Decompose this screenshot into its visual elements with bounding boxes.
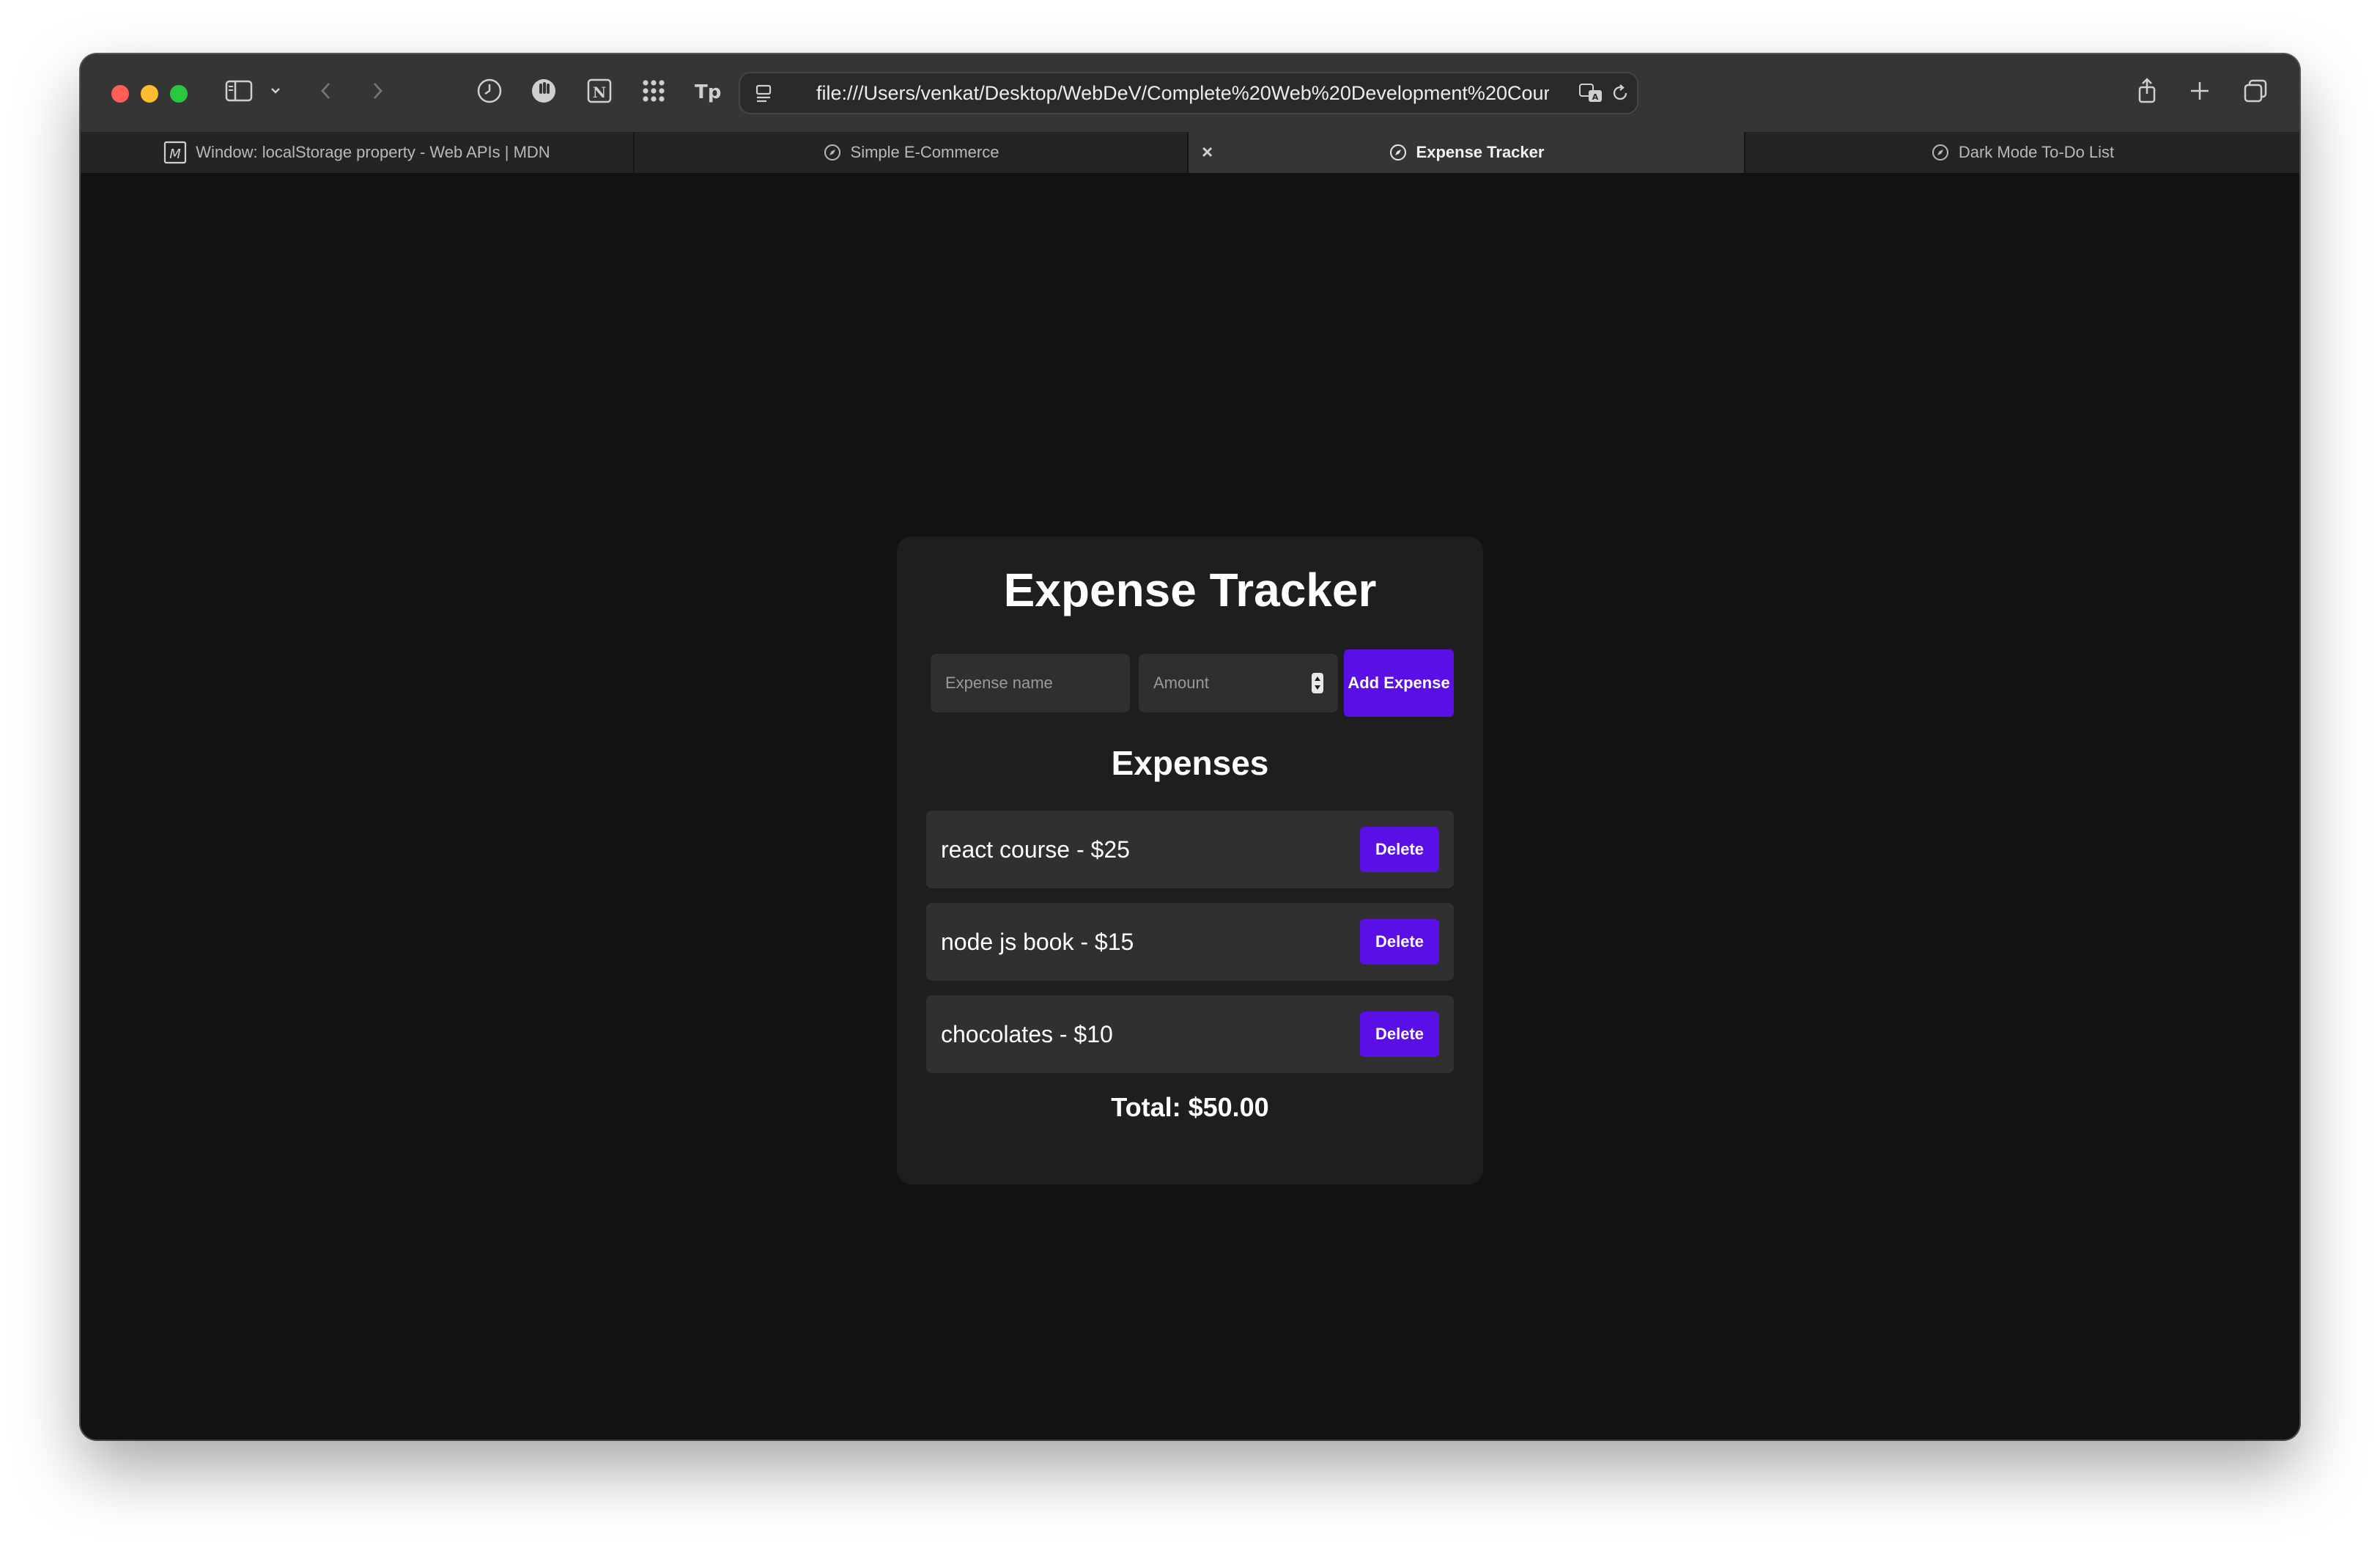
add-expense-button[interactable]: Add Expense [1344,649,1454,717]
number-stepper-icon[interactable] [1312,673,1323,693]
apps-grid-icon[interactable] [639,76,668,106]
browser-window: N Tp file:///Users/venkat/Desktop/WebDeV… [81,54,2299,1440]
compass-icon [1389,143,1408,162]
expense-item: chocolates - $10 Delete [926,995,1454,1073]
page-content: Expense Tracker Expense name Amount Add … [81,173,2299,1440]
tab-bar: M Window: localStorage property - Web AP… [81,132,2299,174]
tab-label: Dark Mode To-Do List [1958,143,2115,161]
tab-label: Simple E-Commerce [850,143,999,161]
expense-item-text: chocolates - $10 [941,1021,1113,1047]
expense-item: node js book - $15 Delete [926,903,1454,981]
forward-arrow-icon[interactable] [366,76,388,106]
notion-icon[interactable]: N [585,76,614,106]
close-window-button[interactable] [111,85,129,103]
tab-mdn-localstorage[interactable]: M Window: localStorage property - Web AP… [81,132,635,173]
expenses-heading: Expenses [1111,744,1269,782]
typing-extension-icon[interactable]: Tp [693,76,722,106]
minimize-window-button[interactable] [141,85,158,103]
delete-button[interactable]: Delete [1360,1011,1439,1057]
translate-icon[interactable]: A [1578,81,1605,108]
amount-input[interactable]: Amount [1139,654,1338,712]
expense-item: react course - $25 Delete [926,811,1454,888]
compass-icon [823,143,842,162]
delete-button[interactable]: Delete [1360,827,1439,872]
expense-tracker-card: Expense Tracker Expense name Amount Add … [897,537,1483,1184]
amount-placeholder: Amount [1153,674,1209,692]
delete-button[interactable]: Delete [1360,919,1439,965]
back-arrow-icon[interactable] [315,76,337,106]
chevron-down-icon[interactable] [268,76,283,106]
total-amount: Total: $50.00 [1111,1092,1269,1122]
mdn-logo-icon: M [163,141,187,164]
browser-toolbar: N Tp file:///Users/venkat/Desktop/WebDeV… [81,54,2299,132]
hand-extension-icon[interactable] [529,76,558,106]
tab-overview-icon[interactable] [2241,76,2270,106]
svg-text:M: M [170,147,182,162]
address-bar[interactable]: file:///Users/venkat/Desktop/WebDeV/Comp… [740,73,1637,113]
url-text[interactable]: file:///Users/venkat/Desktop/WebDeV/Comp… [816,73,1549,113]
sidebar-toggle-icon[interactable] [224,76,254,106]
share-icon[interactable] [2132,76,2162,106]
tab-simple-ecommerce[interactable]: Simple E-Commerce [635,132,1189,173]
compass-icon [1931,143,1950,162]
svg-text:Tp: Tp [695,81,721,103]
zoom-window-button[interactable] [170,85,188,103]
reload-icon[interactable] [1609,82,1631,108]
tab-dark-mode-todo[interactable]: Dark Mode To-Do List [1745,132,2299,173]
page-settings-icon[interactable] [753,82,775,108]
history-clock-icon[interactable] [475,76,504,106]
tab-label: Window: localStorage property - Web APIs… [196,143,550,161]
expense-item-text: react course - $25 [941,836,1130,863]
tab-expense-tracker[interactable]: × Expense Tracker [1189,132,1745,173]
expense-name-input[interactable]: Expense name [931,654,1130,712]
svg-text:N: N [593,84,606,101]
tab-label: Expense Tracker [1416,143,1545,161]
expense-item-text: node js book - $15 [941,929,1134,955]
page-title: Expense Tracker [1003,564,1377,616]
new-tab-plus-icon[interactable] [2185,76,2214,106]
close-tab-icon[interactable]: × [1202,142,1213,161]
svg-text:A: A [1592,92,1599,102]
